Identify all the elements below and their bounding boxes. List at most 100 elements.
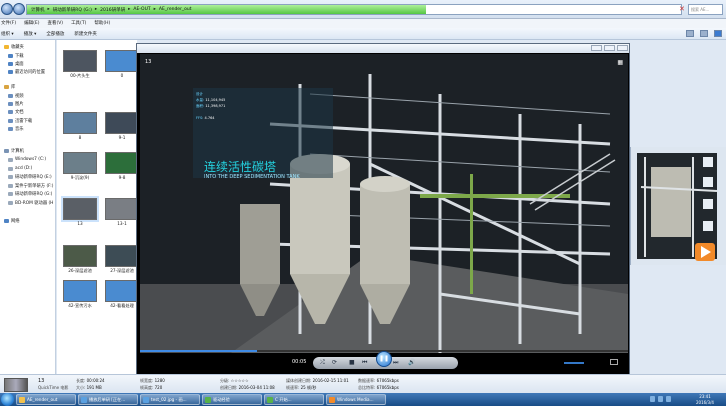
player-controls: 00:05 ⤮ ⟳ ■ ⏮ ⏭ 🔊 ❚❚ xyxy=(140,351,628,375)
nav-item[interactable]: 计算机 xyxy=(4,148,24,154)
nav-item[interactable]: 文档 xyxy=(8,109,24,115)
nav-item[interactable]: 研动新单研RQ (E:) xyxy=(8,174,52,180)
taskbar-item[interactable]: Windows Media... xyxy=(326,394,386,405)
nav-item[interactable]: 网络 xyxy=(4,218,20,224)
play-menu-button[interactable]: 播放 ▾ xyxy=(24,31,37,37)
organize-button[interactable]: 组织 ▾ xyxy=(1,31,14,37)
nav-item-label: 研动新单研RQ (E:) xyxy=(15,175,52,180)
previous-button[interactable]: ⏮ xyxy=(362,359,367,367)
start-button[interactable] xyxy=(1,393,14,406)
breadcrumb-item[interactable]: 研动新单研RQ (G:) xyxy=(53,7,92,13)
view-options-icon[interactable] xyxy=(686,30,694,37)
nav-item-label: 网络 xyxy=(11,219,20,224)
nav-item[interactable]: 迅雷下载 xyxy=(8,118,32,124)
file-name: 9-8 xyxy=(118,175,126,180)
file-name: 9-沉淀(9) xyxy=(70,175,90,180)
pause-icon[interactable]: ❚❚ xyxy=(376,351,392,367)
breadcrumb-item[interactable]: AE-OUT xyxy=(133,7,150,13)
taskbar-item[interactable]: test_02.jpg - 画... xyxy=(140,394,200,405)
volume-icon[interactable]: 🔊 xyxy=(408,359,415,367)
new-folder-button[interactable]: 新建文件夹 xyxy=(74,31,97,37)
breadcrumb-item[interactable]: 2016研单研 xyxy=(100,7,125,13)
minimize-button[interactable] xyxy=(591,45,602,51)
menu-file[interactable]: 文件(F) xyxy=(1,19,16,28)
repeat-icon[interactable]: ⟳ xyxy=(332,359,337,367)
folder-icon xyxy=(8,201,13,205)
video-frame[interactable]: 13 ▦ 设计 水量: 11,104,945 面积: 11,398,971 FF… xyxy=(140,54,628,375)
file-thumbnail xyxy=(105,280,137,302)
nav-item[interactable]: 下载 xyxy=(8,53,24,59)
folder-icon xyxy=(8,110,13,114)
nav-item[interactable]: acd (D:) xyxy=(8,166,32,171)
taskbar-item[interactable]: 驱动经验 xyxy=(202,394,262,405)
nav-item[interactable]: Windows7 (C:) xyxy=(8,157,46,162)
preview-pane-icon[interactable] xyxy=(700,30,708,37)
seek-bar-fill xyxy=(140,350,258,352)
volume-tray-icon[interactable] xyxy=(658,396,663,402)
nav-item[interactable]: 最近访问的位置 xyxy=(8,69,45,75)
file-item[interactable]: 13 xyxy=(61,196,99,226)
taskbar-item[interactable]: AE_render_out xyxy=(16,394,76,405)
file-thumbnail xyxy=(63,280,97,302)
menu-view[interactable]: 查看(V) xyxy=(47,19,63,28)
stop-button[interactable]: ■ xyxy=(349,359,355,367)
search-input[interactable]: 搜索 AE... xyxy=(688,4,723,15)
nav-item[interactable]: 研动新单研RQ (G:) xyxy=(8,191,52,197)
close-button[interactable] xyxy=(617,45,628,51)
network-icon[interactable] xyxy=(650,396,655,402)
file-item[interactable]: 9-8 xyxy=(105,152,137,180)
nav-item[interactable]: BD-ROM 驱动器 (H xyxy=(8,200,53,206)
file-item[interactable]: 42-宣传污水 xyxy=(63,280,97,308)
file-item[interactable]: 9-沉淀(9) xyxy=(63,152,97,180)
details-rating[interactable]: 分级: ☆☆☆☆☆ xyxy=(220,378,249,384)
nav-item-label: 库 xyxy=(11,85,16,90)
menu-help[interactable]: 帮助(H) xyxy=(94,19,110,28)
app-icon xyxy=(143,397,149,403)
nav-item[interactable]: 案件宁新单研方 (F:) xyxy=(8,183,53,189)
volume-slider[interactable] xyxy=(564,362,584,364)
back-button[interactable] xyxy=(1,3,13,15)
menu-edit[interactable]: 编辑(E) xyxy=(24,19,39,28)
address-path[interactable]: 计算机 ▸ 研动新单研RQ (G:) ▸ 2016研单研 ▸ AE-OUT ▸ AE_r… xyxy=(26,4,682,15)
folder-icon xyxy=(8,119,13,123)
navigation-pane: 收藏夹下载桌面最近访问的位置库视频图片文档迅雷下载音乐计算机 Windows7 (… xyxy=(0,40,56,374)
folder-icon xyxy=(8,62,13,66)
menu-tools[interactable]: 工具(T) xyxy=(71,19,86,28)
file-item[interactable]: 9-1 xyxy=(105,112,137,140)
stop-icon[interactable]: ✕ xyxy=(679,5,685,13)
help-icon[interactable] xyxy=(714,30,722,37)
nav-item[interactable]: 收藏夹 xyxy=(4,44,24,50)
nav-item[interactable]: 音乐 xyxy=(8,126,24,132)
nav-item-label: 最近访问的位置 xyxy=(15,70,46,75)
file-item[interactable]: 8 xyxy=(63,112,97,140)
taskbar-item[interactable]: C 开始... xyxy=(264,394,324,405)
details-thumbnail xyxy=(4,378,28,392)
grid-icon[interactable]: ▦ xyxy=(617,59,623,66)
fullscreen-icon[interactable] xyxy=(610,359,618,365)
folder-icon xyxy=(8,166,13,171)
clock[interactable]: 23:41 2016/3/4 xyxy=(696,394,714,405)
file-item[interactable]: 00-片头生 xyxy=(63,50,97,78)
nav-item[interactable]: 库 xyxy=(4,84,15,90)
file-thumbnail xyxy=(61,196,99,222)
file-name: 13 xyxy=(77,221,83,226)
forward-button[interactable] xyxy=(13,3,25,15)
nav-item[interactable]: 桌面 xyxy=(8,61,24,67)
breadcrumb-item[interactable]: 计算机 xyxy=(31,7,45,13)
file-item[interactable]: 0 xyxy=(105,50,137,78)
breadcrumb-item[interactable]: AE_render_out xyxy=(159,7,192,13)
nav-item[interactable]: 视频 xyxy=(8,93,24,99)
file-item[interactable]: 13-1 xyxy=(105,198,137,226)
taskbar-item[interactable]: 播放后单研 [正在... xyxy=(78,394,138,405)
maximize-button[interactable] xyxy=(604,45,615,51)
file-item[interactable]: 26-深层滤池 xyxy=(63,245,97,273)
flag-icon[interactable] xyxy=(666,396,671,402)
nav-item-label: 音乐 xyxy=(15,127,24,132)
next-button[interactable]: ⏭ xyxy=(393,359,398,367)
shuffle-icon[interactable]: ⤮ xyxy=(320,359,325,367)
play-all-button[interactable]: 全部播放 xyxy=(46,31,64,37)
file-item[interactable]: 42-看看处理 xyxy=(105,280,137,308)
folder-icon xyxy=(4,219,9,223)
file-item[interactable]: 27-深层滤池 xyxy=(105,245,137,273)
nav-item[interactable]: 图片 xyxy=(8,101,24,107)
